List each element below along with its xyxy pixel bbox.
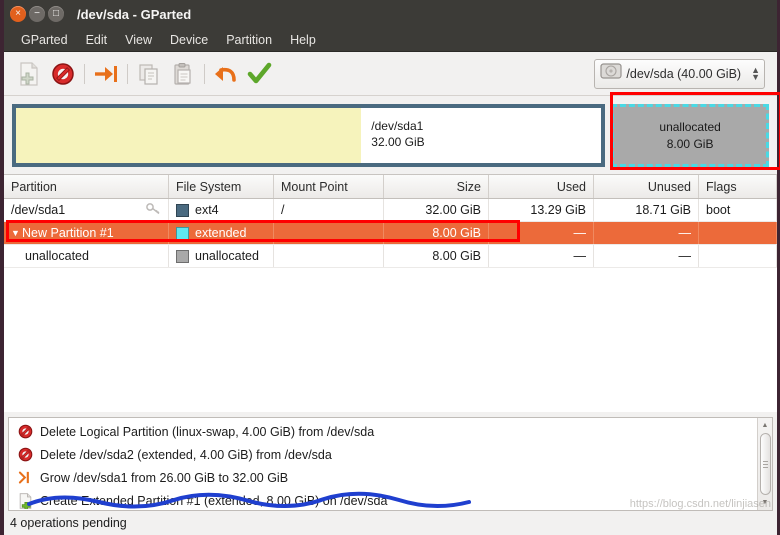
filesystem-color-swatch <box>176 249 189 263</box>
table-cell-flags <box>699 245 777 267</box>
window-title: /dev/sda - GParted <box>77 6 192 22</box>
table-cell-filesystem: unallocated <box>195 249 259 263</box>
pending-operations-list: Delete Logical Partition (linux-swap, 4.… <box>9 418 757 510</box>
column-header-mountpoint[interactable]: Mount Point <box>274 175 384 198</box>
table-cell-used: — <box>489 222 594 244</box>
table-cell-partition: New Partition #1 <box>22 226 114 240</box>
disk-partition-unallocated[interactable]: unallocated 8.00 GiB <box>609 102 771 169</box>
column-header-unused[interactable]: Unused <box>594 175 699 198</box>
table-empty-area <box>4 268 777 412</box>
operation-text: Create Extended Partition #1 (extended, … <box>40 493 388 508</box>
close-icon[interactable]: × <box>10 6 26 22</box>
title-bar: × − □ /dev/sda - GParted <box>4 0 777 28</box>
column-header-used[interactable]: Used <box>489 175 594 198</box>
toolbar-separator <box>127 63 128 84</box>
toolbar-separator <box>204 63 205 84</box>
table-cell-used: — <box>489 245 594 267</box>
apply-icon[interactable] <box>243 58 277 90</box>
menu-item-edit[interactable]: Edit <box>77 31 117 49</box>
table-cell-mountpoint <box>274 245 384 267</box>
column-header-filesystem[interactable]: File System <box>169 175 274 198</box>
pending-operations-pane: Delete Logical Partition (linux-swap, 4.… <box>8 417 773 511</box>
paste-icon[interactable] <box>166 58 200 90</box>
expander-triangle-icon[interactable]: ▼ <box>11 228 22 238</box>
operation-item[interactable]: Grow /dev/sda1 from 26.00 GiB to 32.00 G… <box>9 466 757 489</box>
status-bar: 4 operations pending <box>4 511 777 535</box>
filesystem-color-swatch <box>176 226 189 240</box>
column-header-size[interactable]: Size <box>384 175 489 198</box>
delete-partition-icon[interactable] <box>46 58 80 90</box>
toolbar-separator <box>84 63 85 84</box>
scrollbar-grip <box>762 459 768 470</box>
column-header-flags[interactable]: Flags <box>699 175 777 198</box>
operation-text: Grow /dev/sda1 from 26.00 GiB to 32.00 G… <box>40 470 289 485</box>
disk-partition-sda1[interactable]: /dev/sda1 32.00 GiB <box>12 104 606 167</box>
scroll-up-icon[interactable]: ▲ <box>762 420 769 431</box>
copy-icon[interactable] <box>132 58 166 90</box>
column-header-partition[interactable]: Partition <box>4 175 169 198</box>
menu-bar: GParted Edit View Device Partition Help <box>4 28 777 52</box>
used-space-fill <box>16 108 362 163</box>
filesystem-color-swatch <box>176 203 189 217</box>
table-cell-mountpoint: / <box>274 199 384 221</box>
operation-item[interactable]: Delete /dev/sda2 (extended, 4.00 GiB) fr… <box>9 443 757 466</box>
gparted-window: × − □ /dev/sda - GParted GParted Edit Vi… <box>0 0 780 535</box>
table-cell-partition: /dev/sda1 <box>11 203 66 217</box>
status-text: 4 operations pending <box>10 516 127 530</box>
menu-item-gparted[interactable]: GParted <box>12 31 77 49</box>
maximize-icon[interactable]: □ <box>48 6 64 22</box>
table-cell-size: 8.00 GiB <box>384 222 489 244</box>
toolbar: /dev/sda (40.00 GiB) ▲ ▼ <box>4 52 777 96</box>
operation-text: Delete Logical Partition (linux-swap, 4.… <box>40 424 375 439</box>
table-cell-flags: boot <box>699 199 777 221</box>
table-cell-filesystem: extended <box>195 226 247 240</box>
mounted-key-icon <box>146 202 161 218</box>
menu-item-partition[interactable]: Partition <box>217 31 281 49</box>
partition-table: Partition File System Mount Point Size U… <box>4 174 777 412</box>
device-selector-label: /dev/sda (40.00 GiB) <box>626 66 742 81</box>
operation-text: Delete /dev/sda2 (extended, 4.00 GiB) fr… <box>40 447 332 462</box>
table-row[interactable]: unallocated unallocated 8.00 GiB — — <box>4 245 777 268</box>
create-icon <box>15 492 35 509</box>
table-cell-partition: unallocated <box>25 249 89 263</box>
table-cell-flags <box>699 222 777 244</box>
menu-item-view[interactable]: View <box>116 31 161 49</box>
menu-item-device[interactable]: Device <box>161 31 217 49</box>
hard-disk-icon <box>600 62 623 85</box>
table-header-row: Partition File System Mount Point Size U… <box>4 174 777 199</box>
spinner-arrows-icon[interactable]: ▲ ▼ <box>749 65 760 80</box>
table-cell-filesystem: ext4 <box>195 203 219 217</box>
resize-move-icon[interactable] <box>89 58 123 90</box>
table-cell-unused: 18.71 GiB <box>594 199 699 221</box>
table-row[interactable]: /dev/sda1 ext4 / 32.00 GiB 13.29 GiB 18.… <box>4 199 777 222</box>
table-row-selected[interactable]: ▼ New Partition #1 extended 8.00 GiB — — <box>4 222 777 245</box>
device-selector[interactable]: /dev/sda (40.00 GiB) ▲ ▼ <box>594 58 765 89</box>
disk-partition-unallocated-size: 8.00 GiB <box>666 136 714 151</box>
operations-scrollbar[interactable]: ▲ ▼ <box>757 418 772 510</box>
new-partition-icon[interactable] <box>12 58 46 90</box>
delete-icon <box>15 447 35 462</box>
table-cell-used: 13.29 GiB <box>489 199 594 221</box>
undo-icon[interactable] <box>209 58 243 90</box>
table-cell-mountpoint <box>274 222 384 244</box>
table-cell-size: 8.00 GiB <box>384 245 489 267</box>
table-cell-unused: — <box>594 222 699 244</box>
disk-graphic: /dev/sda1 32.00 GiB unallocated 8.00 GiB <box>4 96 777 174</box>
disk-partition-unallocated-name: unallocated <box>659 120 721 135</box>
table-cell-unused: — <box>594 245 699 267</box>
watermark-text: https://blog.csdn.net/linjiasen <box>629 498 771 510</box>
operation-item[interactable]: Delete Logical Partition (linux-swap, 4.… <box>9 420 757 443</box>
minimize-icon[interactable]: − <box>29 6 45 22</box>
menu-item-help[interactable]: Help <box>281 31 325 49</box>
delete-icon <box>15 424 35 439</box>
grow-icon <box>15 470 35 485</box>
scrollbar-thumb[interactable] <box>759 433 771 495</box>
disk-partition-sda1-label: /dev/sda1 32.00 GiB <box>371 119 425 150</box>
table-cell-size: 32.00 GiB <box>384 199 489 221</box>
